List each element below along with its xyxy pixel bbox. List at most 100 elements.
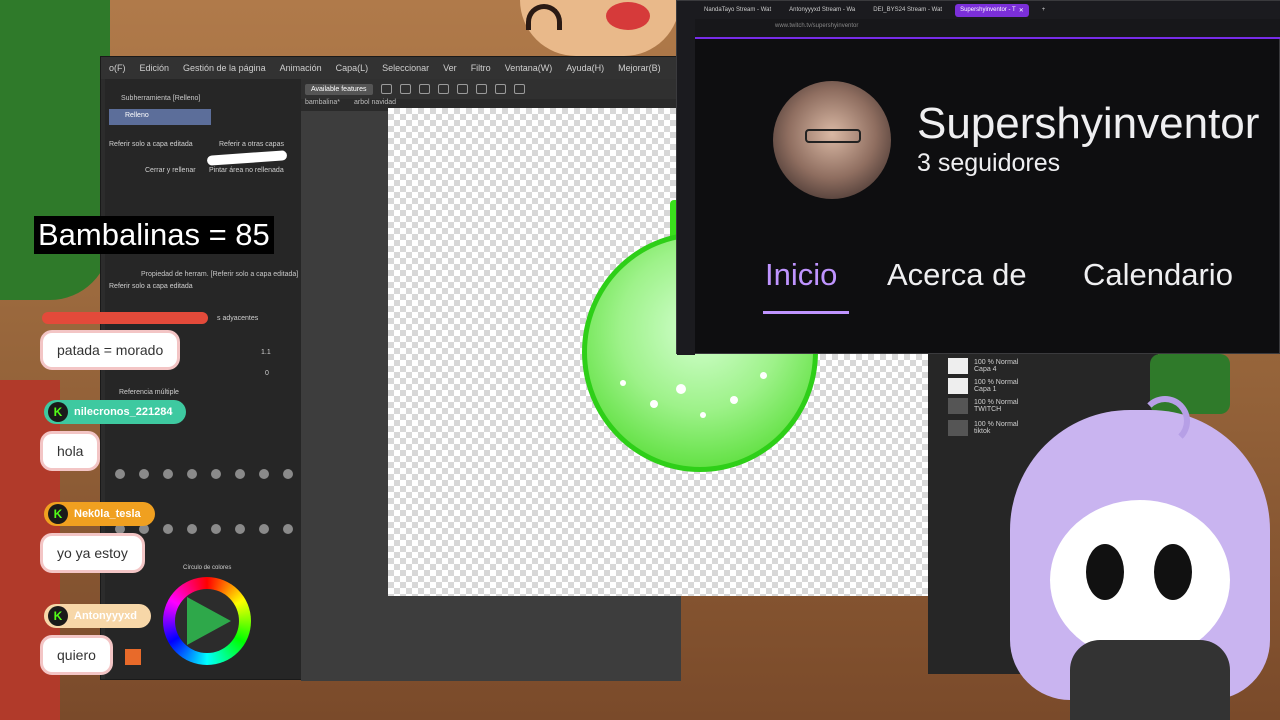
color-triangle[interactable] xyxy=(187,597,231,645)
channel-name: Supershyinventor xyxy=(917,99,1260,148)
multi-reference-checkbox[interactable]: Referencia múltiple xyxy=(119,389,179,396)
chat-message: hola xyxy=(40,431,101,471)
fill-option-edited-layer[interactable]: Referir solo a capa editada xyxy=(109,141,193,148)
menu-view[interactable]: Ver xyxy=(443,63,457,73)
vtuber-left-eye xyxy=(1082,540,1128,604)
brush-size-dot[interactable] xyxy=(187,468,197,479)
tool-property-mode[interactable]: Referir solo a capa editada xyxy=(109,283,193,290)
subtool-title: Subherramienta [Relleno] xyxy=(121,95,201,102)
brush-size-dot[interactable] xyxy=(115,468,125,479)
layer-mode: 100 % Normal xyxy=(974,421,1019,428)
subtool-fill[interactable]: Relleno xyxy=(109,109,211,125)
browser-tab-active[interactable]: Supershyinventor - T ✕ xyxy=(955,3,1029,17)
brush-size-dot[interactable] xyxy=(235,523,245,534)
adjacent-label: s adyacentes xyxy=(217,315,259,322)
brush-size-dot[interactable] xyxy=(283,523,293,534)
command-bar: Available features xyxy=(301,79,681,99)
layer-folder-row[interactable]: 100 % Normal tiktok xyxy=(948,420,1018,436)
mascot-nose xyxy=(606,2,650,30)
brush-size-dot[interactable] xyxy=(163,468,173,479)
chat-username: Antonyyyxd xyxy=(74,610,137,622)
transform-icon[interactable] xyxy=(513,84,525,94)
ornament-sparkle xyxy=(676,384,686,394)
brush-size-dot[interactable] xyxy=(139,468,149,479)
main-color-swatch[interactable] xyxy=(125,649,141,665)
background-wreath xyxy=(0,0,110,300)
fill-option-close-fill[interactable]: Cerrar y rellenar xyxy=(145,167,196,174)
expand-value[interactable]: 0 xyxy=(265,370,269,377)
menu-improve[interactable]: Mejorar(B) xyxy=(618,63,661,73)
tolerance-value[interactable]: 1.1 xyxy=(261,349,271,356)
layer-mode: 100 % Normal xyxy=(974,379,1019,386)
menu-animation[interactable]: Animación xyxy=(280,63,322,73)
brush-size-dot[interactable] xyxy=(211,523,221,534)
chat-name-pill: K Nek0la_tesla xyxy=(44,502,155,526)
tab-acerca-de[interactable]: Acerca de xyxy=(887,257,1027,293)
close-tab-icon[interactable]: ✕ xyxy=(1019,7,1024,14)
vtuber-right-eye xyxy=(1150,540,1196,604)
chat-username: Nek0la_tesla xyxy=(74,508,141,520)
redo-icon[interactable] xyxy=(475,84,487,94)
layer-mode: 100 % Normal xyxy=(974,399,1019,406)
bauble-counter: Bambalinas = 85 xyxy=(34,216,274,254)
layer-row[interactable]: 100 % Normal Capa 1 xyxy=(948,378,1018,394)
vtuber-face xyxy=(1050,500,1230,660)
tab-calendario[interactable]: Calendario xyxy=(1083,257,1233,293)
avatar-glasses xyxy=(805,129,861,143)
browser-tab[interactable]: NandaTayo Stream - Wat xyxy=(699,4,776,16)
layer-row[interactable]: 100 % Normal Capa 4 xyxy=(948,358,1018,374)
new-tab-icon[interactable]: + xyxy=(1037,4,1051,16)
save-icon[interactable] xyxy=(437,84,449,94)
address-bar[interactable]: www.twitch.tv/supershyinventor xyxy=(695,19,1280,37)
menu-layer[interactable]: Capa(L) xyxy=(336,63,369,73)
kick-logo-icon: K xyxy=(48,606,68,626)
menu-help[interactable]: Ayuda(H) xyxy=(566,63,604,73)
menu-icon[interactable] xyxy=(380,84,392,94)
brush-size-dot[interactable] xyxy=(163,523,173,534)
clear-icon[interactable] xyxy=(494,84,506,94)
layer-mode: 100 % Normal xyxy=(974,359,1019,366)
menu-edit[interactable]: Edición xyxy=(140,63,170,73)
new-icon[interactable] xyxy=(399,84,411,94)
menu-window[interactable]: Ventana(W) xyxy=(505,63,553,73)
tab-label: Antonyyyxd Stream - Wa xyxy=(789,7,856,13)
brush-size-dot[interactable] xyxy=(235,468,245,479)
browser-tabstrip: NandaTayo Stream - Wat Antonyyyxd Stream… xyxy=(695,1,1280,19)
follower-count: 3 seguidores xyxy=(917,149,1061,177)
brush-size-dot[interactable] xyxy=(259,523,269,534)
brush-size-dot[interactable] xyxy=(259,468,269,479)
ornament-sparkle xyxy=(760,372,767,379)
brush-size-dot[interactable] xyxy=(283,468,293,479)
tab-bambalina[interactable]: bambalina* xyxy=(305,99,340,111)
layer-thumbnail xyxy=(948,358,968,374)
channel-nav: Inicio Acerca de Calendario xyxy=(677,257,1280,317)
page-accent-line xyxy=(695,37,1280,39)
tool-property-title: Propiedad de herram. [Referir solo a cap… xyxy=(141,271,299,278)
layer-name: tiktok xyxy=(974,428,991,435)
browser-tab[interactable]: Antonyyyxd Stream - Wa xyxy=(784,4,860,16)
color-circle-title: Círculo de colores xyxy=(183,565,232,571)
browser-window: NandaTayo Stream - Wat Antonyyyxd Stream… xyxy=(676,0,1280,355)
layer-folder-row[interactable]: 100 % Normal TWITCH xyxy=(948,398,1018,414)
browser-tab[interactable]: DEI_BYS24 Stream - Wat xyxy=(868,4,947,16)
menu-page[interactable]: Gestión de la página xyxy=(183,63,266,73)
ornament-sparkle xyxy=(700,412,706,418)
undo-icon[interactable] xyxy=(456,84,468,94)
open-icon[interactable] xyxy=(418,84,430,94)
brush-size-dot[interactable] xyxy=(187,523,197,534)
menu-bar: o(F) Edición Gestión de la página Animac… xyxy=(101,57,681,79)
available-features-button[interactable]: Available features xyxy=(305,83,373,95)
folder-icon xyxy=(948,420,968,436)
menu-file[interactable]: o(F) xyxy=(109,63,126,73)
layer-name: TWITCH xyxy=(974,406,1002,413)
menu-filter[interactable]: Filtro xyxy=(471,63,491,73)
layer-name: Capa 4 xyxy=(974,366,997,373)
fill-option-unfilled[interactable]: Pintar área no rellenada xyxy=(209,167,284,174)
fill-option-other-layers[interactable]: Referir a otras capas xyxy=(219,141,284,148)
brush-size-dot[interactable] xyxy=(211,468,221,479)
vtuber-body xyxy=(1070,640,1230,720)
kick-logo-icon: K xyxy=(48,402,68,422)
menu-select[interactable]: Seleccionar xyxy=(382,63,429,73)
tab-inicio[interactable]: Inicio xyxy=(765,257,837,293)
active-tab-underline xyxy=(763,311,849,314)
